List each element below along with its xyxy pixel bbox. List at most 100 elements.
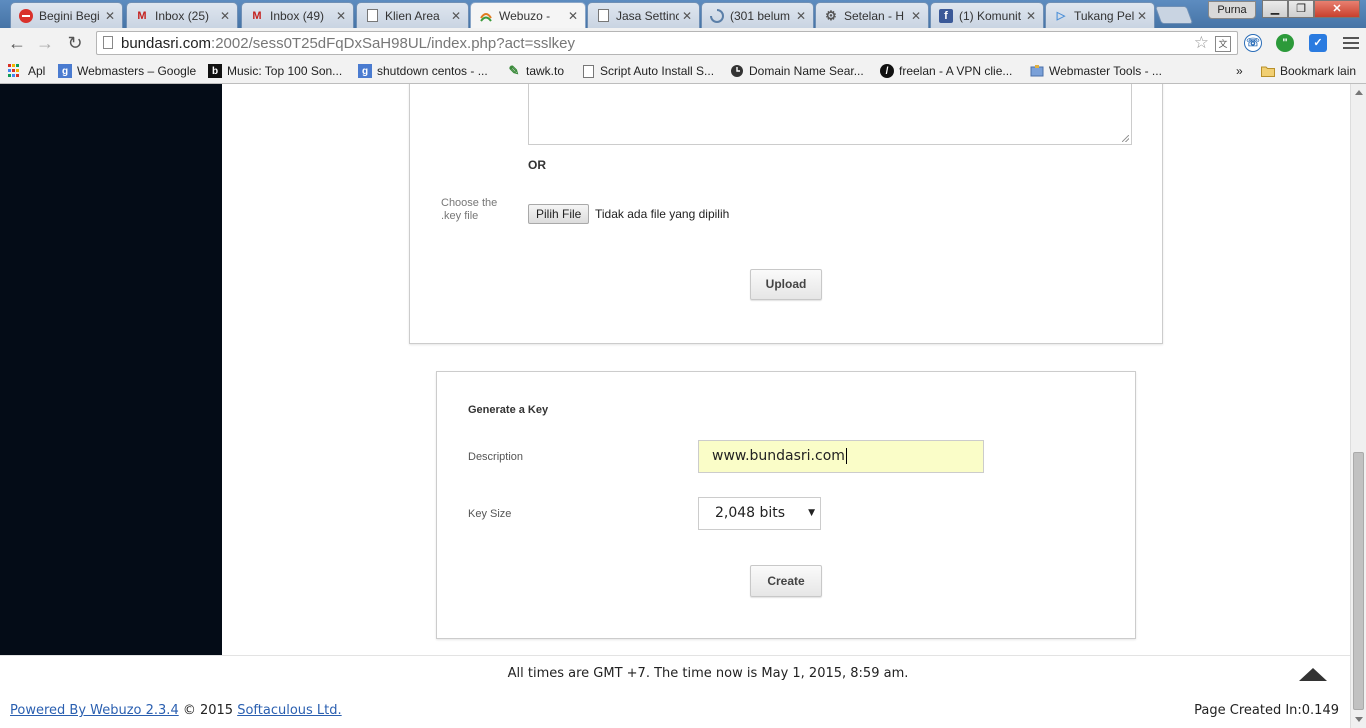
close-tab-icon[interactable]: ✕ [1023,9,1039,23]
tab-title: (1) Komunit [959,8,1022,23]
loading-icon [710,8,724,23]
close-tab-icon[interactable]: ✕ [1134,9,1150,23]
facebook-icon: f [939,8,953,23]
page-content: OR Choose the .key file Pilih File Tidak… [0,84,1350,728]
close-tab-icon[interactable]: ✕ [448,9,464,23]
bookmarks-bar: Apl g Webmasters – Google b Music: Top 1… [0,58,1366,84]
left-sidebar [0,84,222,655]
bookmark-label: shutdown centos - ... [377,64,488,78]
forward-arrow-icon[interactable]: → [34,32,56,54]
tab-jasa-setting[interactable]: Jasa Settinc ✕ [587,2,700,28]
scrollbar-thumb[interactable] [1353,452,1364,710]
tab-301-belum[interactable]: (301 belum ✕ [701,2,814,28]
bookmark-webmasters-google[interactable]: g Webmasters – Google [58,62,196,80]
page-created-text: Page Created In:0.149 [1194,703,1339,718]
scroll-up-arrow-icon[interactable] [1355,90,1363,95]
key-size-label: Key Size [468,508,512,520]
or-label: OR [528,158,546,172]
copyright-text: © 2015 [178,703,238,718]
bookmarks-overflow-button[interactable]: » [1236,62,1243,80]
choose-file-button[interactable]: Pilih File [528,204,590,224]
url-text: bundasri.com:2002/sess0T25dFqDxSaH98UL/i… [121,35,576,52]
resize-grip-icon[interactable] [1122,135,1129,142]
bookmark-other-folder[interactable]: Bookmark lain [1261,62,1356,80]
tab-inbox-25[interactable]: M Inbox (25) ✕ [126,2,238,28]
browser-toolbar: ← → ↻ bundasri.com:2002/sess0T25dFqDxSaH… [0,28,1366,58]
close-tab-icon[interactable]: ✕ [217,9,233,23]
powered-by-text: Powered By Webuzo 2.3.4 © 2015 Softaculo… [10,703,342,718]
choose-key-file-label: Choose the .key file [441,197,498,222]
webuzo-icon [479,9,493,23]
key-size-select[interactable]: 2,048 bits ▼ [698,497,821,530]
bookmark-webmaster-tools[interactable]: Webmaster Tools - ... [1030,62,1162,80]
stop-sign-icon [19,8,33,23]
bookmark-tawk-to[interactable]: ✎ tawk.to [507,62,564,80]
folder-icon [1261,64,1275,78]
menu-icon[interactable] [1343,34,1359,52]
page-footer: All times are GMT +7. The time now is Ma… [0,655,1350,728]
apps-grid-icon [8,64,22,78]
close-tab-icon[interactable]: ✕ [102,9,118,23]
description-label: Description [468,451,524,463]
tab-title: Inbox (25) [155,8,210,23]
back-arrow-icon[interactable]: ← [6,32,28,54]
b-icon: b [208,64,222,78]
create-button[interactable]: Create [750,565,822,597]
reload-icon[interactable]: ↻ [64,32,86,54]
address-bar[interactable]: bundasri.com:2002/sess0T25dFqDxSaH98UL/i… [96,31,1238,55]
tab-komunitas[interactable]: f (1) Komunit ✕ [930,2,1044,28]
bookmark-script-auto-install[interactable]: Script Auto Install S... [581,62,714,80]
webmaster-icon [1030,64,1044,78]
gmail-icon: M [252,9,262,22]
tab-klien-area[interactable]: Klien Area ✕ [356,2,469,28]
new-tab-button[interactable] [1154,6,1194,24]
tab-begini[interactable]: Begini Begi ✕ [10,2,123,28]
profile-button[interactable]: Purna [1208,1,1256,19]
bookmark-star-icon[interactable]: ☆ [1194,33,1209,53]
key-size-value: 2,048 bits [715,505,786,521]
description-value: www.bundasri.com [712,448,845,464]
tab-title: Begini Begi [39,8,100,23]
google-icon: g [58,64,72,78]
translate-icon[interactable]: 文 [1215,36,1231,52]
close-tab-icon[interactable]: ✕ [679,9,695,23]
tab-title: Tukang Pel [1074,8,1134,23]
scroll-to-top-icon[interactable] [1299,668,1327,681]
softaculous-link[interactable]: Softaculous Ltd. [237,703,341,718]
browser-tab-strip: Begini Begi ✕ M Inbox (25) ✕ M Inbox (49… [0,0,1366,28]
description-input[interactable]: www.bundasri.com [698,440,984,473]
extension-check-icon[interactable]: ✓ [1309,34,1327,52]
bookmark-domain-name-search[interactable]: Domain Name Sear... [730,62,864,80]
text-caret [845,448,847,464]
upload-key-panel: OR Choose the .key file Pilih File Tidak… [409,84,1163,344]
freelan-icon: / [880,64,894,78]
tab-title: Klien Area [385,8,440,23]
vertical-scrollbar[interactable] [1350,84,1366,728]
bookmark-label: Domain Name Sear... [749,64,864,78]
close-tab-icon[interactable]: ✕ [908,9,924,23]
bookmark-music-top-100[interactable]: b Music: Top 100 Son... [208,62,342,80]
close-window-button[interactable]: ✕ [1314,0,1360,18]
skype-icon[interactable]: ☏ [1244,34,1262,52]
tab-inbox-49[interactable]: M Inbox (49) ✕ [241,2,354,28]
tab-webuzo[interactable]: Webuzo - ✕ [470,2,586,28]
upload-button[interactable]: Upload [750,269,822,300]
close-tab-icon[interactable]: ✕ [333,9,349,23]
hangouts-icon[interactable]: " [1276,34,1294,52]
tab-title: (301 belum [730,8,791,23]
scroll-down-arrow-icon[interactable] [1355,717,1363,722]
close-tab-icon[interactable]: ✕ [565,9,581,23]
bookmark-freelan[interactable]: / freelan - A VPN clie... [880,62,1012,80]
bookmark-apps[interactable]: Apl [8,62,45,80]
minimize-button[interactable]: ▁ [1262,0,1288,18]
webuzo-link[interactable]: Powered By Webuzo 2.3.4 [10,703,179,718]
gmail-icon: M [137,9,147,22]
bookmark-shutdown-centos[interactable]: g shutdown centos - ... [358,62,488,80]
tab-tukang-pel[interactable]: ▷ Tukang Pel ✕ [1045,2,1155,28]
tab-setelan[interactable]: ⚙ Setelan - H ✕ [815,2,929,28]
page-icon [103,36,113,49]
tab-title: Jasa Settinc [616,8,679,23]
maximize-button[interactable]: ❐ [1288,0,1314,18]
close-tab-icon[interactable]: ✕ [793,9,809,23]
key-textarea[interactable] [528,84,1132,145]
